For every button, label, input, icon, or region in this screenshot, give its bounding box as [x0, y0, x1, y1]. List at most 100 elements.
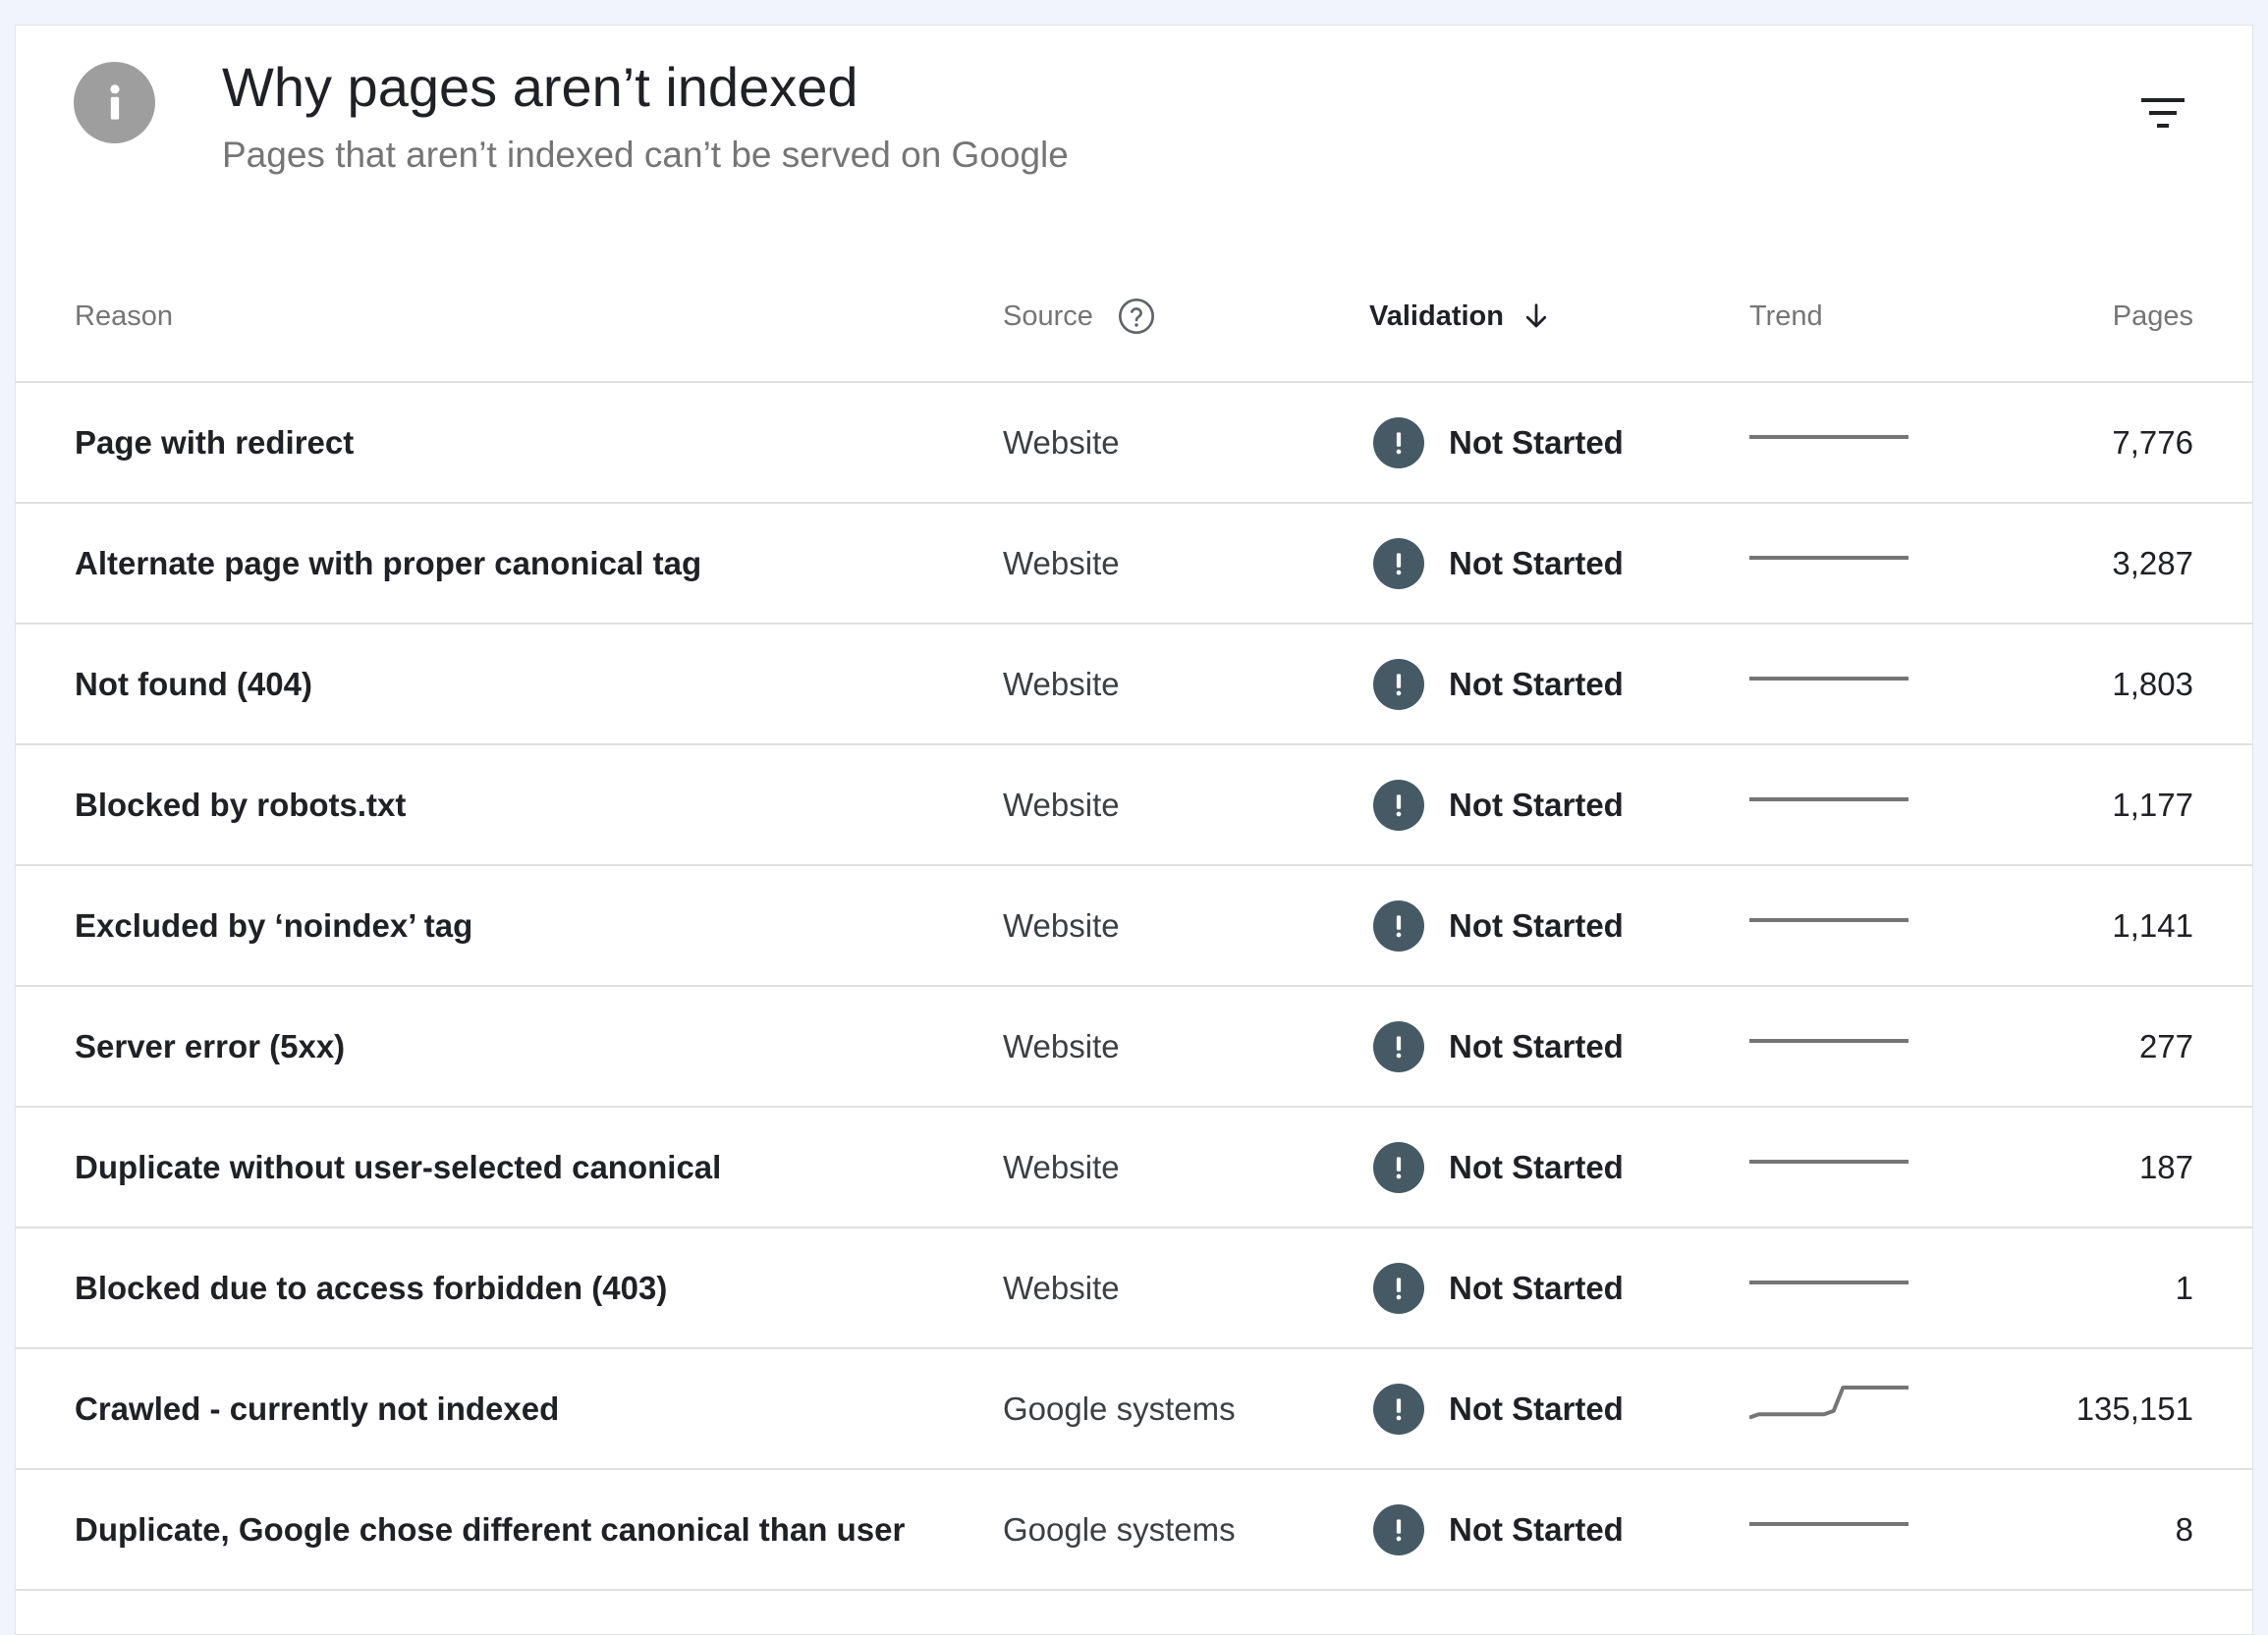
row-trend-sparkline	[1749, 866, 1908, 985]
row-validation-status: Not Started	[1449, 786, 1624, 823]
row-validation-status: Not Started	[1449, 1510, 1624, 1548]
row-reason: Duplicate without user-selected canonica…	[75, 1148, 722, 1185]
table-row[interactable]: Blocked due to access forbidden (403) Web…	[16, 1228, 2252, 1349]
column-header-validation-label: Validation	[1369, 300, 1504, 332]
row-reason: Not found (404)	[75, 665, 312, 702]
exclamation-circle-icon	[1373, 658, 1424, 710]
table-row[interactable]: Server error (5xx) Website Not Started 277	[16, 987, 2252, 1108]
trend-sparkline	[1749, 796, 1908, 801]
filter-icon[interactable]	[2136, 86, 2189, 139]
row-trend-sparkline	[1749, 1228, 1908, 1347]
row-reason: Blocked by robots.txt	[75, 786, 407, 823]
row-validation-status: Not Started	[1449, 544, 1624, 581]
exclamation-circle-icon	[1373, 1141, 1424, 1193]
row-source: Website	[1003, 1027, 1120, 1064]
row-pages-count: 1,803	[2112, 665, 2193, 702]
row-validation: Not Started	[1373, 1228, 1624, 1347]
table-row[interactable]: Excluded by ‘noindex’ tag Website Not Star…	[16, 866, 2252, 987]
table-row[interactable]: Blocked by robots.txt Website Not Started 1…	[16, 745, 2252, 866]
table-row[interactable]: Page with redirect Website Not Started 7,77…	[16, 383, 2252, 504]
info-icon	[74, 62, 155, 143]
trend-sparkline	[1749, 1159, 1908, 1164]
row-source: Google systems	[1003, 1510, 1236, 1548]
row-validation: Not Started	[1373, 987, 1624, 1106]
row-source: Website	[1003, 1269, 1120, 1306]
card-header: Why pages aren’t indexed Pages that aren…	[16, 26, 2252, 251]
trend-sparkline	[1749, 1280, 1908, 1284]
table-row[interactable]: Not found (404) Website Not Started 1,803	[16, 625, 2252, 745]
row-validation: Not Started	[1373, 1108, 1624, 1226]
page-title: Why pages aren’t indexed	[222, 56, 858, 118]
reasons-table-body: Page with redirect Website Not Started 7,77…	[16, 383, 2252, 1591]
row-validation-status: Not Started	[1449, 665, 1624, 702]
table-row[interactable]: Crawled - currently not indexed Google sy…	[16, 1349, 2252, 1470]
row-pages-count: 277	[2138, 1027, 2193, 1064]
page-subtitle: Pages that aren’t indexed can’t be serve…	[222, 135, 1069, 175]
row-validation-status: Not Started	[1449, 1390, 1624, 1427]
row-validation: Not Started	[1373, 866, 1624, 985]
column-header-pages: Pages	[2112, 300, 2193, 332]
exclamation-circle-icon	[1373, 899, 1424, 952]
row-trend-sparkline	[1749, 383, 1908, 502]
row-trend-sparkline	[1749, 1349, 1908, 1468]
row-source: Website	[1003, 786, 1120, 823]
table-row[interactable]: Alternate page with proper canonical tag…	[16, 504, 2252, 625]
row-pages-count: 1,141	[2112, 906, 2193, 944]
trend-sparkline	[1749, 917, 1908, 922]
exclamation-circle-icon	[1373, 1262, 1424, 1314]
row-trend-sparkline	[1749, 1470, 1908, 1589]
table-row[interactable]: Duplicate without user-selected canonica…	[16, 1108, 2252, 1228]
row-validation: Not Started	[1373, 625, 1624, 743]
row-trend-sparkline	[1749, 504, 1908, 623]
row-reason: Page with redirect	[75, 423, 355, 461]
trend-sparkline	[1749, 1521, 1908, 1526]
table-header: Reason Source Validation Trend Pages	[16, 251, 2252, 383]
row-reason: Duplicate, Google chose different canoni…	[75, 1510, 906, 1548]
indexing-card: Why pages aren’t indexed Pages that aren…	[15, 25, 2253, 1635]
row-trend-sparkline	[1749, 745, 1908, 864]
exclamation-circle-icon	[1373, 537, 1424, 589]
row-pages-count: 3,287	[2112, 544, 2193, 581]
row-source: Website	[1003, 906, 1120, 944]
trend-sparkline	[1749, 676, 1908, 681]
row-source: Google systems	[1003, 1390, 1236, 1427]
column-header-source-label: Source	[1003, 300, 1093, 332]
row-validation: Not Started	[1373, 1470, 1624, 1589]
help-circle-icon[interactable]	[1117, 297, 1156, 336]
row-trend-sparkline	[1749, 987, 1908, 1106]
row-validation: Not Started	[1373, 745, 1624, 864]
column-header-source: Source	[1003, 251, 1156, 381]
row-validation-status: Not Started	[1449, 1148, 1624, 1185]
row-pages-count: 135,151	[2075, 1390, 2193, 1427]
row-pages-count: 8	[2175, 1510, 2193, 1548]
row-validation-status: Not Started	[1449, 1027, 1624, 1064]
row-pages-count: 7,776	[2112, 423, 2193, 461]
row-source: Website	[1003, 1148, 1120, 1185]
row-trend-sparkline	[1749, 625, 1908, 743]
row-pages-count: 1	[2175, 1269, 2193, 1306]
exclamation-circle-icon	[1373, 416, 1424, 468]
trend-sparkline	[1749, 1038, 1908, 1043]
row-validation: Not Started	[1373, 383, 1624, 502]
row-pages-count: 187	[2138, 1148, 2193, 1185]
row-source: Website	[1003, 544, 1120, 581]
row-reason: Excluded by ‘noindex’ tag	[75, 906, 473, 944]
exclamation-circle-icon	[1373, 1383, 1424, 1435]
row-reason: Blocked due to access forbidden (403)	[75, 1269, 668, 1306]
arrow-down-icon	[1521, 301, 1551, 331]
row-validation: Not Started	[1373, 1349, 1624, 1468]
trend-sparkline	[1749, 1385, 1908, 1419]
row-validation: Not Started	[1373, 504, 1624, 623]
row-pages-count: 1,177	[2112, 786, 2193, 823]
column-header-validation[interactable]: Validation	[1369, 251, 1551, 381]
trend-sparkline	[1749, 434, 1908, 439]
trend-line	[1749, 1385, 1908, 1419]
exclamation-circle-icon	[1373, 1020, 1424, 1072]
exclamation-circle-icon	[1373, 779, 1424, 831]
row-reason: Server error (5xx)	[75, 1027, 346, 1064]
row-source: Website	[1003, 423, 1120, 461]
row-reason: Crawled - currently not indexed	[75, 1390, 560, 1427]
table-row[interactable]: Duplicate, Google chose different canoni…	[16, 1470, 2252, 1591]
trend-sparkline	[1749, 555, 1908, 560]
column-header-reason: Reason	[75, 300, 173, 332]
